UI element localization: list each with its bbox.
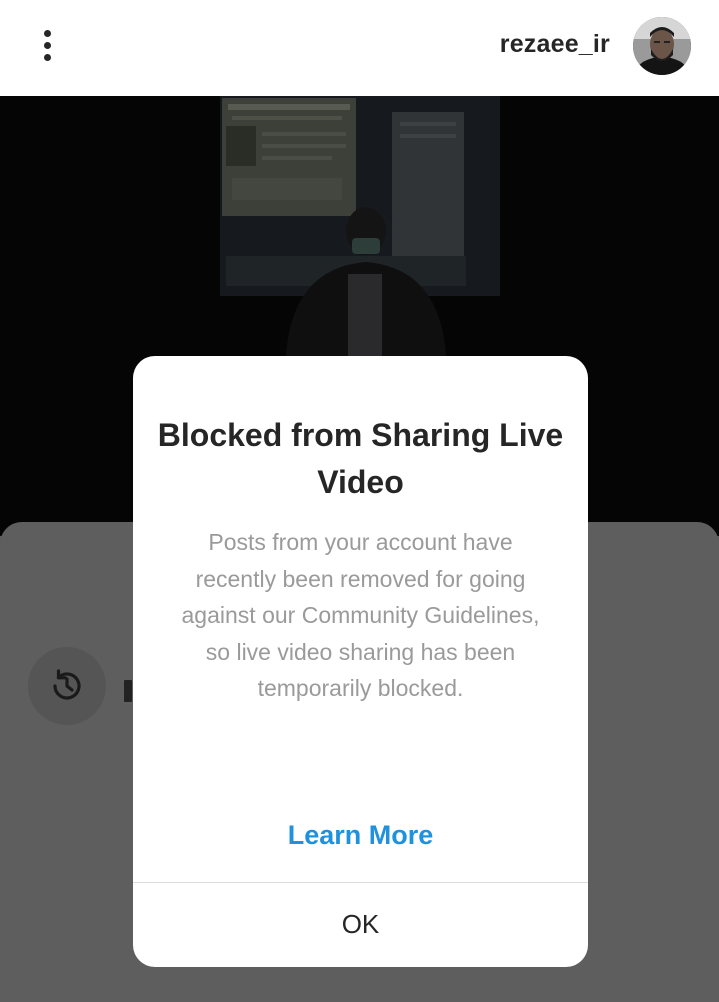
- dialog-message: Posts from your account have recently be…: [181, 529, 540, 702]
- top-bar: rezaee_ir: [0, 0, 719, 96]
- history-icon[interactable]: [28, 647, 106, 725]
- profile-avatar[interactable]: [633, 17, 691, 75]
- blocked-dialog: Blocked from Sharing Live Video Posts fr…: [133, 356, 588, 967]
- learn-more-link[interactable]: Learn More: [133, 820, 588, 851]
- ok-button[interactable]: OK: [133, 883, 588, 967]
- sheet-content-peek: [124, 680, 132, 702]
- profile-username[interactable]: rezaee_ir: [500, 30, 610, 59]
- dialog-title: Blocked from Sharing Live Video: [157, 417, 564, 500]
- more-options-icon[interactable]: [36, 28, 60, 64]
